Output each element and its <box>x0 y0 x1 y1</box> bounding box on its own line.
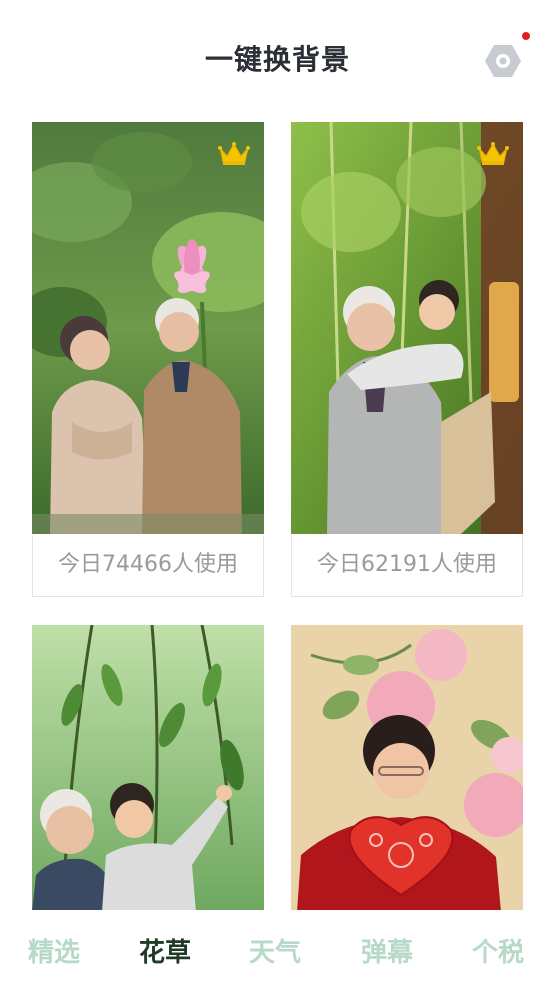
usage-count: 今日62191人使用 <box>291 535 523 597</box>
page-title: 一键换背景 <box>204 43 350 76</box>
template-image <box>291 625 523 912</box>
template-image <box>291 122 523 534</box>
template-card[interactable] <box>32 625 264 912</box>
header: 一键换背景 <box>0 0 555 110</box>
crown-icon <box>477 140 509 166</box>
page: 一键换背景 今日74466人使用 今日62191人使用 精选 花草 天气 弹幕 … <box>0 0 555 986</box>
template-card[interactable]: 今日62191人使用 <box>291 122 523 598</box>
template-card[interactable] <box>291 625 523 912</box>
crown-icon <box>218 140 250 166</box>
template-image <box>32 122 264 534</box>
notification-dot <box>522 32 530 40</box>
tab-geshui[interactable]: 个税 <box>472 932 524 969</box>
settings-icon <box>485 45 521 77</box>
template-image <box>32 625 264 912</box>
tab-jingxuan[interactable]: 精选 <box>28 932 80 969</box>
usage-count: 今日74466人使用 <box>32 535 264 597</box>
template-card[interactable]: 今日74466人使用 <box>32 122 264 598</box>
settings-button[interactable] <box>484 42 522 80</box>
tab-danmu[interactable]: 弹幕 <box>361 932 413 969</box>
tab-tianqi[interactable]: 天气 <box>249 932 301 969</box>
bottom-tab-bar: 精选 花草 天气 弹幕 个税 <box>0 910 555 986</box>
tab-huacao[interactable]: 花草 <box>139 932 191 969</box>
